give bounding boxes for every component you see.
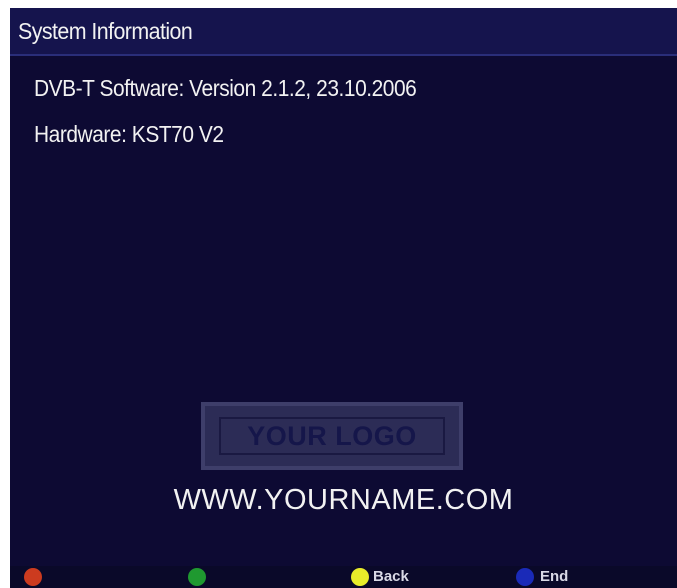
color-key-bar: Back End <box>10 566 677 588</box>
logo: YOUR LOGO <box>201 402 463 470</box>
end-button[interactable]: End <box>540 567 568 587</box>
title-bar: System Information <box>10 8 677 54</box>
website-url: WWW.YOURNAME.COM <box>173 484 514 516</box>
yellow-button-icon[interactable] <box>351 568 369 586</box>
software-version-text: DVB-T Software: Version 2.1.2, 23.10.200… <box>34 75 417 101</box>
hardware-version-text: Hardware: KST70 V2 <box>34 121 224 147</box>
osd-screen: System Information DVB-T Software: Versi… <box>10 8 677 588</box>
page-title: System Information <box>18 18 193 44</box>
logo-text: YOUR LOGO <box>219 417 445 455</box>
green-button-icon[interactable] <box>188 568 206 586</box>
red-button-icon[interactable] <box>24 568 42 586</box>
blue-button-icon[interactable] <box>516 568 534 586</box>
back-button[interactable]: Back <box>373 567 409 587</box>
title-divider <box>10 54 677 56</box>
